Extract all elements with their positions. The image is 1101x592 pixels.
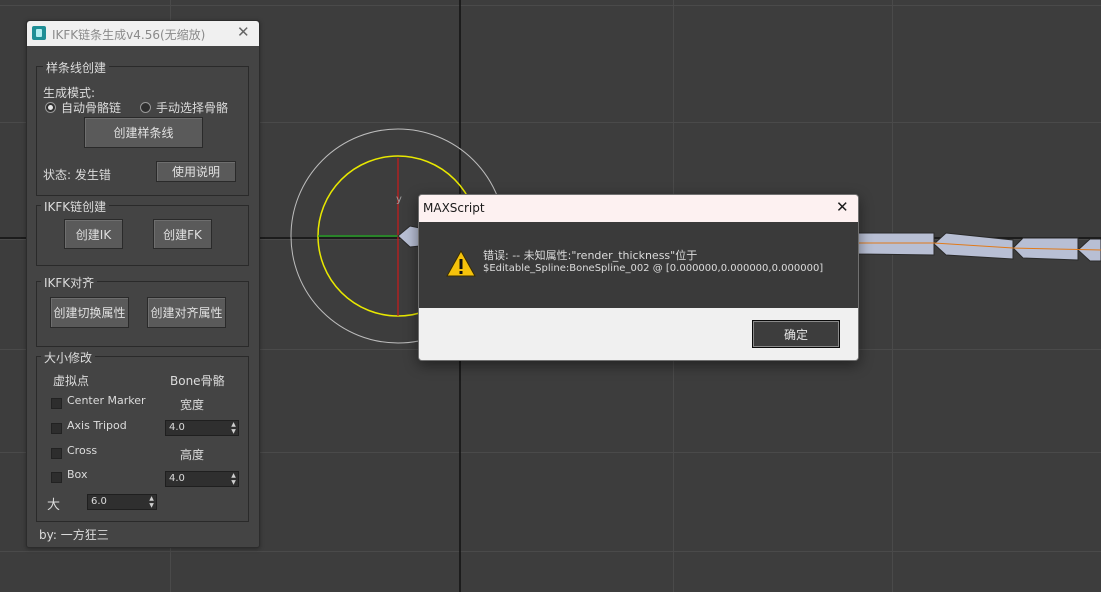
dialog-close-icon[interactable]: ✕: [836, 200, 849, 215]
bone-header: Bone骨骼: [170, 374, 225, 388]
cross-checkbox[interactable]: [51, 448, 62, 459]
radio-manual-label[interactable]: 手动选择骨骼: [156, 99, 228, 116]
warning-icon: [446, 249, 476, 277]
panel-title: IKFK链条生成v4.56(无缩放): [52, 28, 206, 42]
ikfk-chain-group-title: IKFK链创建: [41, 198, 110, 215]
author-credit: by: 一方狂三: [39, 528, 109, 542]
axis-tripod-label[interactable]: Axis Tripod: [67, 419, 127, 432]
width-label: 宽度: [180, 398, 205, 412]
bone-segment[interactable]: [857, 232, 935, 256]
ikfk-chain-group: IKFK链创建 创建IK 创建FK: [36, 198, 249, 266]
size-label: 大: [47, 498, 61, 513]
maxscript-dialog: MAXScript ✕ 错误: -- 未知属性:"render_thicknes…: [418, 194, 859, 361]
box-label[interactable]: Box: [67, 468, 87, 481]
spline-create-group: 样条线创建 生成模式: 自动骨骼链 手动选择骨骼 创建样条线 状态: 发生错 使…: [36, 59, 249, 196]
dialog-message-area: 错误: -- 未知属性:"render_thickness"位于 $Editab…: [419, 222, 858, 308]
ikfk-panel: IKFK链条生成v4.56(无缩放) ✕ 样条线创建 生成模式: 自动骨骼链 手…: [26, 20, 260, 548]
dialog-footer: 确定: [419, 308, 858, 360]
height-value[interactable]: 4.0: [169, 472, 185, 486]
3dsmax-app-icon: [32, 26, 46, 40]
height-spinner[interactable]: 4.0 ▲ ▼: [165, 471, 239, 487]
spinner-arrows-icon[interactable]: ▲ ▼: [229, 421, 238, 435]
width-value[interactable]: 4.0: [169, 421, 185, 435]
size-group-title: 大小修改: [41, 349, 96, 366]
create-spline-button[interactable]: 创建样条线: [84, 117, 203, 148]
create-switch-attr-button[interactable]: 创建切换属性: [50, 297, 129, 328]
panel-close-icon[interactable]: ✕: [237, 25, 250, 40]
spinner-arrows-icon[interactable]: ▲ ▼: [147, 495, 156, 509]
radio-auto-bone-chain[interactable]: [45, 102, 56, 113]
error-message-line2: $Editable_Spline:BoneSpline_002 @ [0.000…: [483, 263, 824, 274]
height-label: 高度: [180, 448, 205, 462]
ikfk-align-group-title: IKFK对齐: [41, 274, 98, 291]
panel-titlebar[interactable]: IKFK链条生成v4.56(无缩放) ✕: [27, 21, 259, 46]
create-ik-button[interactable]: 创建IK: [64, 219, 123, 249]
axis-tripod-checkbox[interactable]: [51, 423, 62, 434]
ikfk-align-group: IKFK对齐 创建切换属性 创建对齐属性: [36, 274, 249, 347]
size-value[interactable]: 6.0: [91, 495, 107, 509]
cross-label[interactable]: Cross: [67, 444, 97, 457]
center-marker-checkbox[interactable]: [51, 398, 62, 409]
radio-auto-label[interactable]: 自动骨骼链: [61, 99, 121, 116]
help-button[interactable]: 使用说明: [156, 161, 236, 182]
spinner-arrows-icon[interactable]: ▲ ▼: [229, 472, 238, 486]
size-modify-group: 大小修改 虚拟点 Bone骨骼 Center Marker Axis Tripo…: [36, 349, 249, 522]
create-align-attr-button[interactable]: 创建对齐属性: [147, 297, 226, 328]
center-marker-label[interactable]: Center Marker: [67, 394, 146, 407]
error-message-line1: 错误: -- 未知属性:"render_thickness"位于: [483, 249, 698, 262]
dialog-titlebar[interactable]: MAXScript ✕: [419, 195, 858, 222]
ok-button[interactable]: 确定: [752, 320, 840, 348]
dummy-header: 虚拟点: [53, 374, 90, 388]
axis-label-y: y: [396, 194, 402, 205]
spline-group-title: 样条线创建: [43, 59, 110, 76]
create-fk-button[interactable]: 创建FK: [153, 219, 212, 249]
size-spinner[interactable]: 6.0 ▲ ▼: [87, 494, 157, 510]
box-checkbox[interactable]: [51, 472, 62, 483]
status-text: 状态: 发生错: [43, 168, 111, 182]
dialog-title: MAXScript: [423, 201, 485, 215]
radio-manual-select-bones[interactable]: [140, 102, 151, 113]
width-spinner[interactable]: 4.0 ▲ ▼: [165, 420, 239, 436]
